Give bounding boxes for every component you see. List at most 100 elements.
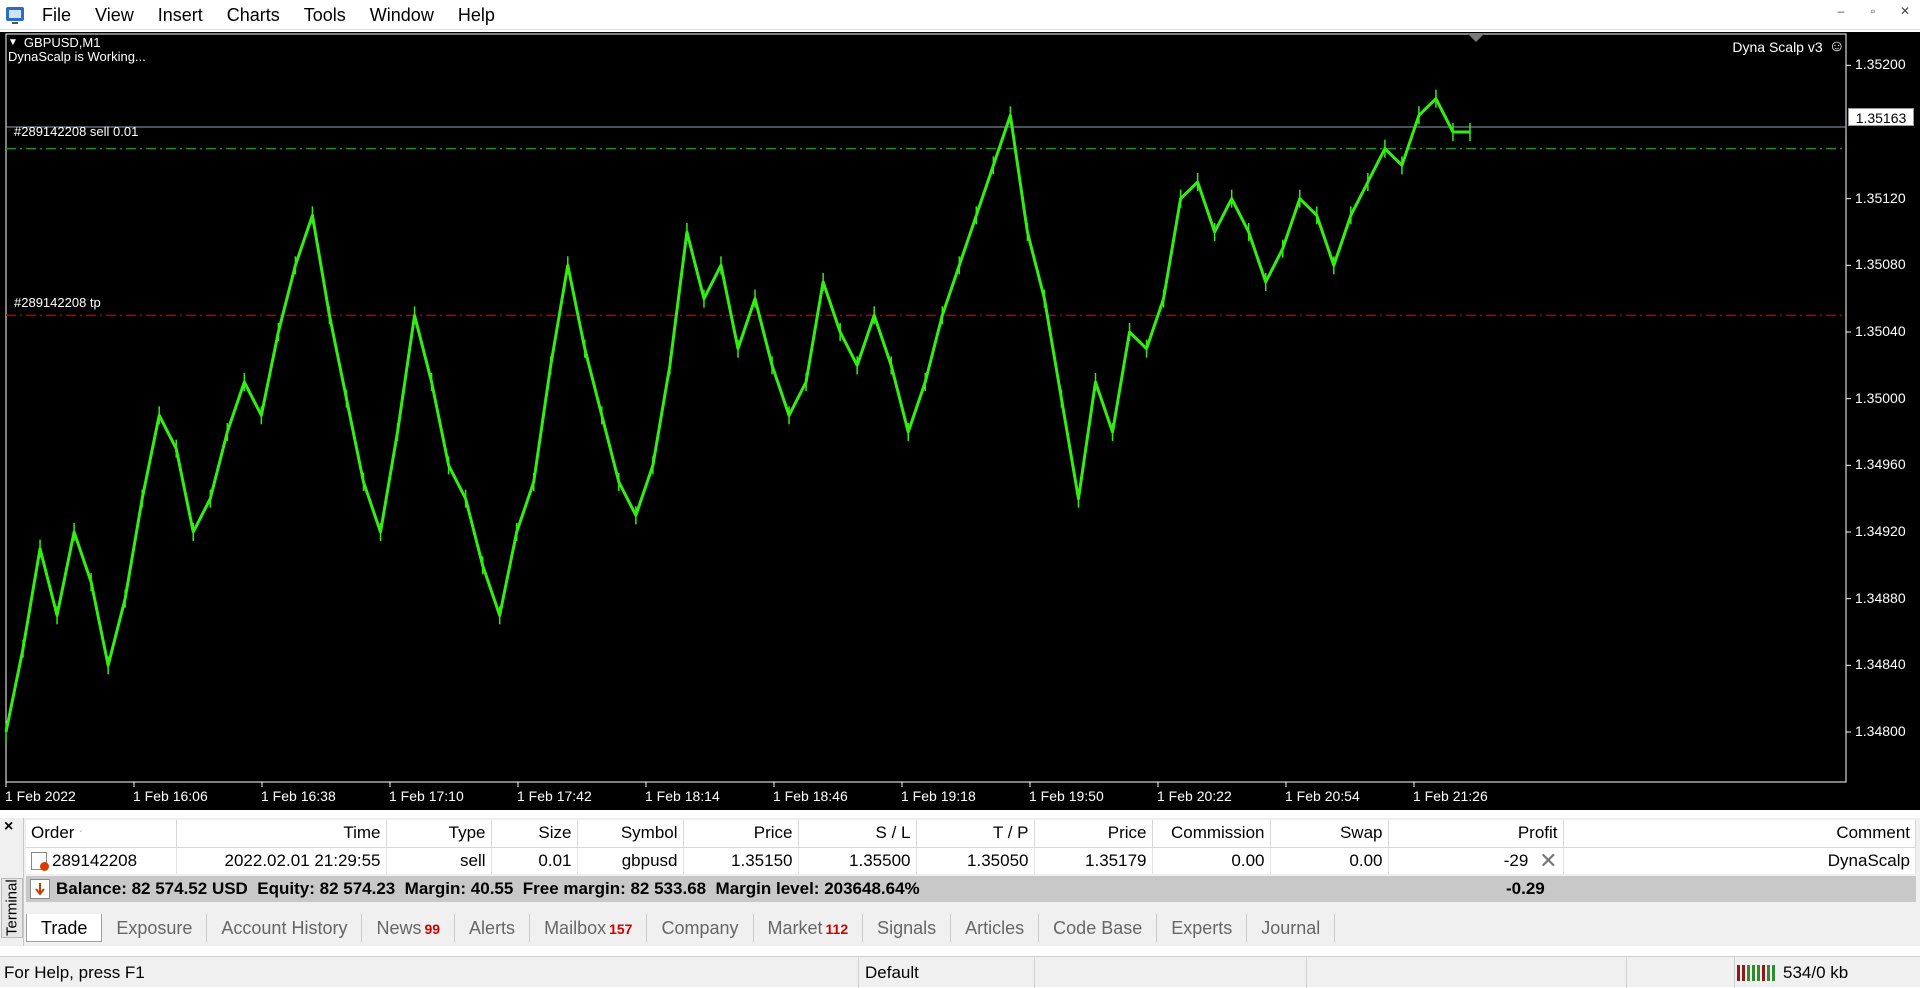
chart-symbol-label: GBPUSD,M1: [23, 35, 101, 50]
current-price-marker: 1.35163: [1848, 108, 1914, 126]
swap-cell: 0.00: [1270, 847, 1389, 874]
menu-charts[interactable]: Charts: [215, 0, 292, 30]
column-header-price[interactable]: Price: [683, 820, 799, 848]
chart-canvas[interactable]: [0, 32, 1920, 810]
y-tick-label: 1.35120: [1855, 189, 1906, 206]
time-cell: 2022.02.01 21:29:55: [176, 847, 387, 874]
tab-account-history[interactable]: Account History: [207, 914, 363, 942]
x-tick-label: 1 Feb 16:38: [261, 788, 336, 804]
traffic-text: 534/0 kb: [1783, 963, 1849, 982]
chart-shift-marker-icon: [1468, 34, 1484, 42]
trade-table: Order ˊ Time Type Size Symbol Price S / …: [26, 820, 1916, 874]
tab-trade[interactable]: Trade: [26, 914, 103, 942]
balance-summary-row: Balance: 82 574.52 USD Equity: 82 574.23…: [26, 876, 1916, 902]
tab-mailbox[interactable]: Mailbox 157: [530, 914, 648, 942]
terminal-sidebar: × Terminal: [0, 818, 24, 946]
tab-code-base[interactable]: Code Base: [1039, 914, 1158, 942]
menu-help[interactable]: Help: [446, 0, 507, 30]
x-tick-label: 1 Feb 21:26: [1413, 788, 1488, 804]
current-price-cell: 1.35179: [1034, 847, 1153, 874]
tab-signals[interactable]: Signals: [863, 914, 952, 942]
ea-name-text: Dyna Scalp v3: [1732, 39, 1823, 55]
tab-journal[interactable]: Journal: [1247, 914, 1336, 942]
menu-view[interactable]: View: [83, 0, 146, 30]
column-header-type[interactable]: Type: [386, 820, 492, 848]
symbol-cell: gbpusd: [577, 847, 684, 874]
expert-advisor-label[interactable]: Dyna Scalp v3 ☺: [1732, 38, 1845, 56]
connection-status[interactable]: 534/0 kb: [1734, 957, 1920, 988]
price-chart[interactable]: ▼ GBPUSD,M1 DynaScalp is Working... Dyna…: [0, 32, 1920, 810]
y-tick-label: 1.35080: [1855, 256, 1906, 273]
x-tick-label: 1 Feb 2022: [5, 788, 76, 804]
sl-cell: 1.35500: [798, 847, 917, 874]
open-price-cell: 1.35150: [683, 847, 799, 874]
tab-company[interactable]: Company: [647, 914, 754, 942]
y-tick-label: 1.35000: [1855, 389, 1906, 406]
table-row[interactable]: 289142208 2022.02.01 21:29:55 sell 0.01 …: [26, 847, 1916, 874]
column-header-size[interactable]: Size: [491, 820, 578, 848]
smiley-face-icon: ☺: [1828, 38, 1845, 55]
tab-alerts[interactable]: Alerts: [455, 914, 531, 942]
x-tick-label: 1 Feb 20:54: [1285, 788, 1360, 804]
sell-order-line-label[interactable]: #289142208 sell 0.01: [14, 124, 138, 139]
column-header-time[interactable]: Time: [176, 820, 387, 848]
column-header-swap[interactable]: Swap: [1270, 820, 1389, 848]
news-badge: 99: [424, 921, 441, 937]
price-series-line: [4, 97, 1470, 733]
tp-cell: 1.35050: [916, 847, 1035, 874]
comment-cell: DynaScalp: [1563, 847, 1916, 874]
column-header-comment[interactable]: Comment: [1563, 820, 1916, 848]
type-cell: sell: [386, 847, 492, 874]
balance-arrow-icon: [30, 879, 50, 899]
menu-bar: File View Insert Charts Tools Window Hel…: [0, 0, 1920, 30]
tp-order-line-label[interactable]: #289142208 tp: [14, 295, 101, 310]
status-segment-empty-1: [1034, 957, 1306, 988]
terminal-tabs: Trade Exposure Account History News 99 Al…: [26, 914, 1336, 942]
column-header-order[interactable]: Order ˊ: [26, 820, 177, 848]
column-header-sl[interactable]: S / L: [798, 820, 917, 848]
tab-articles[interactable]: Articles: [951, 914, 1040, 942]
x-tick-label: 1 Feb 17:42: [517, 788, 592, 804]
column-header-commission[interactable]: Commission: [1152, 820, 1271, 848]
chart-header: ▼ GBPUSD,M1 DynaScalp is Working...: [8, 36, 146, 64]
x-tick-label: 1 Feb 17:10: [389, 788, 464, 804]
tab-experts[interactable]: Experts: [1157, 914, 1248, 942]
terminal-panel: × Terminal Order ˊ Time Type Size Symbol…: [0, 818, 1920, 946]
tab-news[interactable]: News 99: [362, 914, 456, 942]
x-tick-label: 1 Feb 19:18: [901, 788, 976, 804]
close-icon[interactable]: ×: [4, 818, 13, 836]
menu-tools[interactable]: Tools: [292, 0, 358, 30]
order-cell: 289142208: [26, 847, 177, 874]
y-tick-label: 1.35040: [1855, 323, 1906, 339]
order-sell-icon: [31, 852, 49, 872]
window-controls: – ▫ ✕: [1832, 4, 1914, 18]
menu-insert[interactable]: Insert: [146, 0, 215, 30]
tab-exposure[interactable]: Exposure: [102, 914, 208, 942]
y-tick-label: 1.34960: [1855, 456, 1906, 473]
minimize-button[interactable]: –: [1832, 4, 1850, 18]
commission-cell: 0.00: [1152, 847, 1271, 874]
x-tick-label: 1 Feb 18:46: [773, 788, 848, 804]
menu-window[interactable]: Window: [358, 0, 446, 30]
column-header-current-price[interactable]: Price: [1034, 820, 1153, 848]
close-button[interactable]: ✕: [1896, 4, 1914, 18]
terminal-title: Terminal: [1, 878, 23, 938]
y-tick-label: 1.34800: [1855, 723, 1906, 739]
y-tick-label: 1.34840: [1855, 656, 1906, 673]
close-order-icon[interactable]: ✕: [1539, 850, 1557, 872]
tab-market[interactable]: Market 112: [754, 914, 864, 942]
chart-menu-triangle-icon[interactable]: ▼: [8, 36, 18, 50]
market-badge: 112: [825, 921, 849, 937]
x-tick-label: 1 Feb 19:50: [1029, 788, 1104, 804]
x-tick-label: 1 Feb 20:22: [1157, 788, 1232, 804]
profile-name[interactable]: Default: [858, 957, 1034, 988]
column-header-symbol[interactable]: Symbol: [577, 820, 684, 848]
profit-cell: -29 ✕: [1388, 847, 1564, 874]
mailbox-badge: 157: [609, 921, 633, 937]
restore-button[interactable]: ▫: [1864, 4, 1882, 18]
column-header-profit[interactable]: Profit: [1388, 820, 1564, 848]
menu-file[interactable]: File: [30, 0, 83, 30]
y-tick-label: 1.34920: [1855, 523, 1906, 539]
app-logo-icon[interactable]: [0, 0, 30, 30]
column-header-tp[interactable]: T / P: [916, 820, 1035, 848]
